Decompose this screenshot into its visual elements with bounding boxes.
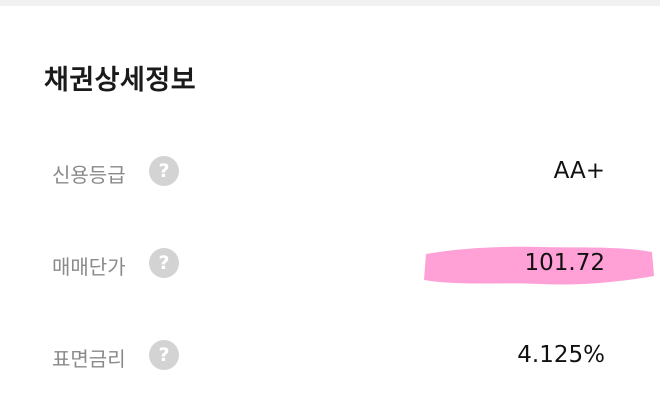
coupon-rate-help-icon[interactable]: ? xyxy=(149,340,179,370)
credit-rating-label: 신용등급 xyxy=(52,163,126,187)
trade-price-help-icon[interactable]: ? xyxy=(149,248,179,278)
trade-price-label: 매매단가 xyxy=(52,255,126,279)
row-coupon-rate: 표면금리 ? 4.125% xyxy=(0,335,660,383)
top-divider-band xyxy=(0,0,660,6)
coupon-rate-label: 표면금리 xyxy=(52,347,126,371)
coupon-rate-value: 4.125% xyxy=(517,342,605,368)
section-title: 채권상세정보 xyxy=(44,65,197,96)
credit-rating-value: AA+ xyxy=(553,158,605,184)
row-credit-rating: 신용등급 ? AA+ xyxy=(0,151,660,199)
credit-rating-help-icon[interactable]: ? xyxy=(149,156,179,186)
row-trade-price: 매매단가 ? 101.72 xyxy=(0,243,660,291)
trade-price-value: 101.72 xyxy=(524,250,605,276)
